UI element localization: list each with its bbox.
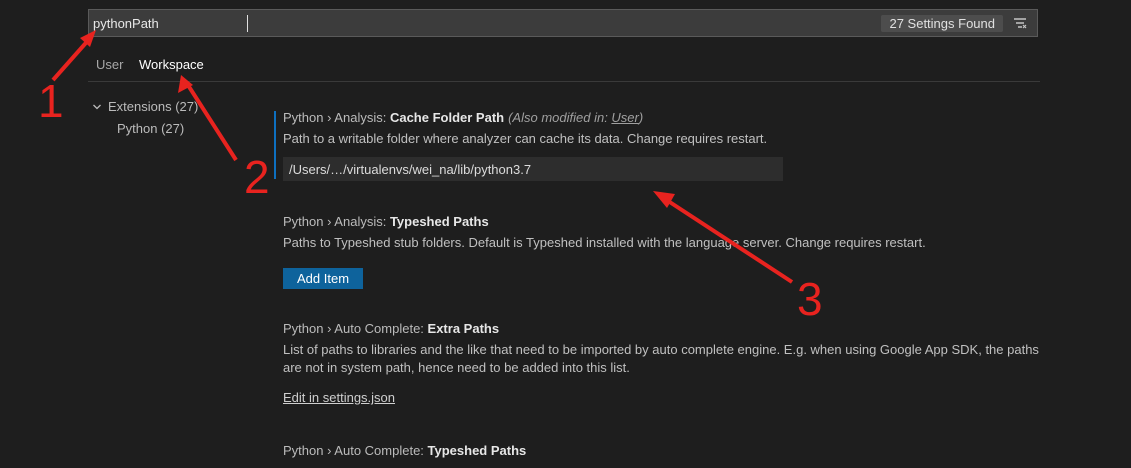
- tab-user[interactable]: User: [96, 56, 123, 81]
- chevron-down-icon: [92, 100, 104, 115]
- annotation-arrow-1: [51, 34, 94, 82]
- modified-note: (Also modified in: User): [508, 110, 643, 125]
- annotation-label-3: 3: [797, 273, 823, 325]
- setting-description: Path to a writable folder where analyzer…: [283, 131, 768, 146]
- setting-category: Python › Auto Complete:: [283, 321, 428, 336]
- setting-title: Python › Analysis: Cache Folder Path (Als…: [283, 110, 1043, 126]
- setting-auto-complete-typeshed-paths: Python › Auto Complete: Typeshed Paths: [283, 443, 1043, 459]
- settings-search-input[interactable]: [93, 14, 793, 32]
- annotation-arrowhead-3: [653, 191, 675, 208]
- annotation-label-2: 2: [244, 151, 270, 203]
- link-row: Edit in settings.json: [283, 390, 1043, 405]
- settings-search-box[interactable]: 27 Settings Found: [88, 9, 1038, 37]
- setting-auto-complete-extra-paths: Python › Auto Complete: Extra Paths List…: [283, 321, 1043, 405]
- cache-folder-path-input[interactable]: [283, 157, 783, 181]
- toc-item-extensions[interactable]: Extensions (27): [92, 99, 292, 115]
- tabs-divider: [88, 81, 1040, 82]
- settings-found-badge: 27 Settings Found: [881, 15, 1003, 32]
- setting-name: Typeshed Paths: [389, 214, 489, 229]
- text-caret: [247, 15, 248, 32]
- setting-category: Python › Analysis:: [283, 110, 390, 125]
- setting-name: Extra Paths: [427, 321, 500, 336]
- edit-in-settings-json-link[interactable]: Edit in settings.json: [283, 390, 395, 405]
- setting-typeshed-paths: Python › Analysis: Typeshed Paths Paths …: [283, 214, 1043, 252]
- toc-item-python[interactable]: Python (27): [117, 121, 184, 136]
- setting-title: Python › Auto Complete: Typeshed Paths: [283, 443, 1043, 459]
- description-line: are not in system path, hence need to be…: [283, 360, 630, 375]
- add-item-button[interactable]: Add Item: [283, 268, 364, 289]
- annotation-arrow-2: [184, 80, 238, 162]
- settings-scope-tabs: User Workspace: [88, 56, 1038, 82]
- modified-note-close: ): [638, 110, 644, 125]
- tab-workspace[interactable]: Workspace: [131, 56, 212, 82]
- setting-name: Cache Folder Path: [389, 110, 505, 125]
- setting-category: Python › Analysis:: [283, 214, 390, 229]
- modified-note-label: (Also modified in:: [508, 110, 612, 125]
- setting-category: Python › Auto Complete:: [283, 443, 428, 458]
- setting-description: Paths to Typeshed stub folders. Default …: [283, 235, 926, 250]
- setting-description: List of paths to libraries and the like …: [283, 341, 1043, 377]
- setting-cache-folder-path: Python › Analysis: Cache Folder Path (Als…: [283, 110, 1043, 148]
- clear-filter-icon[interactable]: [1013, 16, 1027, 30]
- modified-user-link[interactable]: User: [611, 110, 638, 125]
- annotation-label-1: 1: [38, 75, 64, 127]
- setting-title: Python › Auto Complete: Extra Paths: [283, 321, 1043, 337]
- setting-name: Typeshed Paths: [427, 443, 527, 458]
- setting-title: Python › Analysis: Typeshed Paths: [283, 214, 1043, 230]
- focused-setting-indicator: [274, 111, 276, 179]
- toc-extensions-label: Extensions (27): [108, 99, 199, 114]
- description-line: List of paths to libraries and the like …: [283, 342, 1039, 357]
